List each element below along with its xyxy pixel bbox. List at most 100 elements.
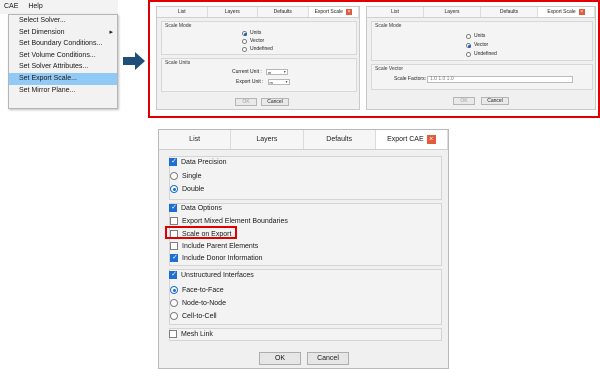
radio-label: Units	[474, 33, 486, 39]
tab-layers[interactable]: Layers	[231, 130, 304, 149]
radio-dot	[170, 185, 178, 193]
radio-label: Face-to-Face	[182, 286, 224, 294]
radio-dot	[242, 30, 247, 36]
mesh-link-checkbox[interactable]: Mesh Link	[169, 330, 213, 338]
radio-node-to-node[interactable]: Node-to-Node	[170, 299, 226, 307]
menu-item-set-solver-attributes[interactable]: Set Solver Attributes...	[9, 61, 117, 73]
close-icon[interactable]: ×	[345, 8, 352, 15]
menu-cae[interactable]: CAE	[0, 0, 22, 13]
tab-strip: List Layers Defaults Export Scale ×	[157, 7, 359, 18]
menubar: CAE Help	[0, 0, 118, 14]
checkbox	[169, 270, 178, 279]
export-unit-row: Export Unit : m	[236, 79, 290, 85]
include-donor-information-checkbox[interactable]: Include Donor Information	[170, 253, 263, 262]
radio-units[interactable]: Units	[466, 33, 485, 39]
scale-vector-group: Scale Vector Scale Factors: 1.0 1.0 1.0	[371, 64, 593, 90]
menu-help[interactable]: Help	[24, 0, 46, 13]
tab-defaults[interactable]: Defaults	[258, 7, 309, 17]
data-options-toggle[interactable]: Data Options	[169, 203, 222, 212]
cae-dropdown-menu: Select Solver... Set Dimension ▸ Set Bou…	[8, 14, 118, 109]
radio-face-to-face[interactable]: Face-to-Face	[170, 286, 224, 294]
radio-label: Undefined	[474, 51, 497, 57]
export-scale-dialog-units: List Layers Defaults Export Scale × Scale…	[156, 6, 360, 110]
radio-label: Single	[182, 172, 202, 180]
menu-item-set-volume-conditions[interactable]: Set Volume Conditions...	[9, 50, 117, 62]
radio-cell-to-cell[interactable]: Cell-to-Cell	[170, 312, 217, 320]
radio-label: Cell-to-Cell	[182, 312, 217, 320]
checkbox	[169, 330, 177, 338]
checkbox	[169, 157, 178, 166]
scale-units-group: Scale Units Current Unit : m Export Unit…	[161, 58, 357, 92]
data-precision-toggle[interactable]: Data Precision	[169, 157, 227, 166]
menu-item-set-dimension[interactable]: Set Dimension ▸	[9, 27, 117, 39]
radio-undefined[interactable]: Undefined	[466, 51, 497, 57]
menu-item-set-export-scale[interactable]: Set Export Scale...	[9, 72, 117, 85]
cancel-button[interactable]: Cancel	[307, 352, 349, 365]
tab-export-cae[interactable]: Export CAE ×	[375, 130, 448, 149]
checkbox	[170, 253, 179, 262]
checkbox-label: Export Mixed Element Boundaries	[182, 217, 288, 225]
checkbox-label: Include Parent Elements	[182, 242, 259, 250]
radio-single[interactable]: Single	[170, 172, 201, 180]
radio-dot	[170, 286, 178, 294]
export-unit-select[interactable]: m	[267, 79, 290, 85]
checkbox-label: Include Donor Information	[182, 254, 263, 262]
tab-export-scale[interactable]: Export Scale ×	[538, 7, 595, 17]
radio-label: Vector	[474, 42, 489, 48]
ok-button[interactable]: OK	[453, 97, 475, 105]
tab-layers[interactable]: Layers	[207, 7, 258, 17]
scale-factors-label: Scale Factors:	[394, 76, 426, 82]
radio-label: Units	[250, 30, 262, 36]
unstructured-interfaces-toggle[interactable]: Unstructured Interfaces	[169, 270, 254, 279]
tab-strip: List Layers Defaults Export CAE ×	[159, 130, 448, 150]
tab-defaults[interactable]: Defaults	[303, 130, 376, 149]
close-icon[interactable]: ×	[578, 8, 585, 15]
scale-factors-text: Scale Factors:	[394, 76, 426, 82]
radio-dot	[466, 33, 471, 39]
radio-vector[interactable]: Vector	[466, 42, 488, 48]
group-title: Scale Units	[165, 60, 191, 66]
tab-label: Export Scale	[314, 9, 343, 15]
radio-double[interactable]: Double	[170, 185, 204, 193]
scale-mode-group: Scale Mode Units Vector Undefined	[161, 21, 357, 55]
export-scale-dialog-vector: List Layers Defaults Export Scale × Scale…	[366, 6, 596, 110]
tab-list[interactable]: List	[157, 7, 208, 17]
tab-defaults[interactable]: Defaults	[481, 7, 538, 17]
group-title: Scale Mode	[165, 23, 192, 29]
close-icon[interactable]: ×	[426, 134, 436, 144]
radio-undefined[interactable]: Undefined	[242, 46, 273, 52]
menu-item-set-boundary-conditions[interactable]: Set Boundary Conditions...	[9, 38, 117, 50]
tab-list[interactable]: List	[367, 7, 424, 17]
export-mixed-element-boundaries-checkbox[interactable]: Export Mixed Element Boundaries	[170, 217, 288, 225]
checkbox-label: Mesh Link	[181, 330, 213, 338]
radio-vector[interactable]: Vector	[242, 38, 264, 44]
current-unit-select[interactable]: m	[265, 69, 288, 75]
radio-dot	[466, 42, 471, 48]
scale-factors-input[interactable]: 1.0 1.0 1.0	[427, 76, 573, 83]
radio-dot	[242, 46, 247, 52]
radio-units[interactable]: Units	[242, 30, 261, 36]
group-title: Scale Mode	[375, 23, 402, 29]
section-title: Data Options	[181, 204, 222, 212]
radio-dot	[170, 312, 178, 320]
radio-label: Node-to-Node	[182, 299, 226, 307]
checkbox	[169, 203, 178, 212]
include-parent-elements-checkbox[interactable]: Include Parent Elements	[170, 242, 258, 250]
ok-button[interactable]: OK	[259, 352, 301, 365]
cancel-button[interactable]: Cancel	[261, 98, 289, 106]
current-unit-label: Current Unit :	[232, 69, 262, 75]
tab-layers[interactable]: Layers	[424, 7, 481, 17]
tab-list[interactable]: List	[159, 130, 232, 149]
radio-label: Vector	[250, 38, 265, 44]
ok-button[interactable]: OK	[235, 98, 257, 106]
menu-item-set-mirror-plane[interactable]: Set Mirror Plane...	[9, 85, 117, 97]
menu-item-select-solver[interactable]: Select Solver...	[9, 15, 117, 27]
scale-on-export-highlight	[165, 226, 237, 239]
radio-label: Undefined	[250, 46, 273, 52]
radio-dot	[242, 38, 247, 44]
scale-mode-group: Scale Mode Units Vector Undefined	[371, 21, 593, 61]
checkbox	[170, 242, 178, 250]
tab-export-scale[interactable]: Export Scale ×	[308, 7, 359, 17]
cancel-button[interactable]: Cancel	[481, 97, 509, 105]
radio-dot	[170, 299, 178, 307]
